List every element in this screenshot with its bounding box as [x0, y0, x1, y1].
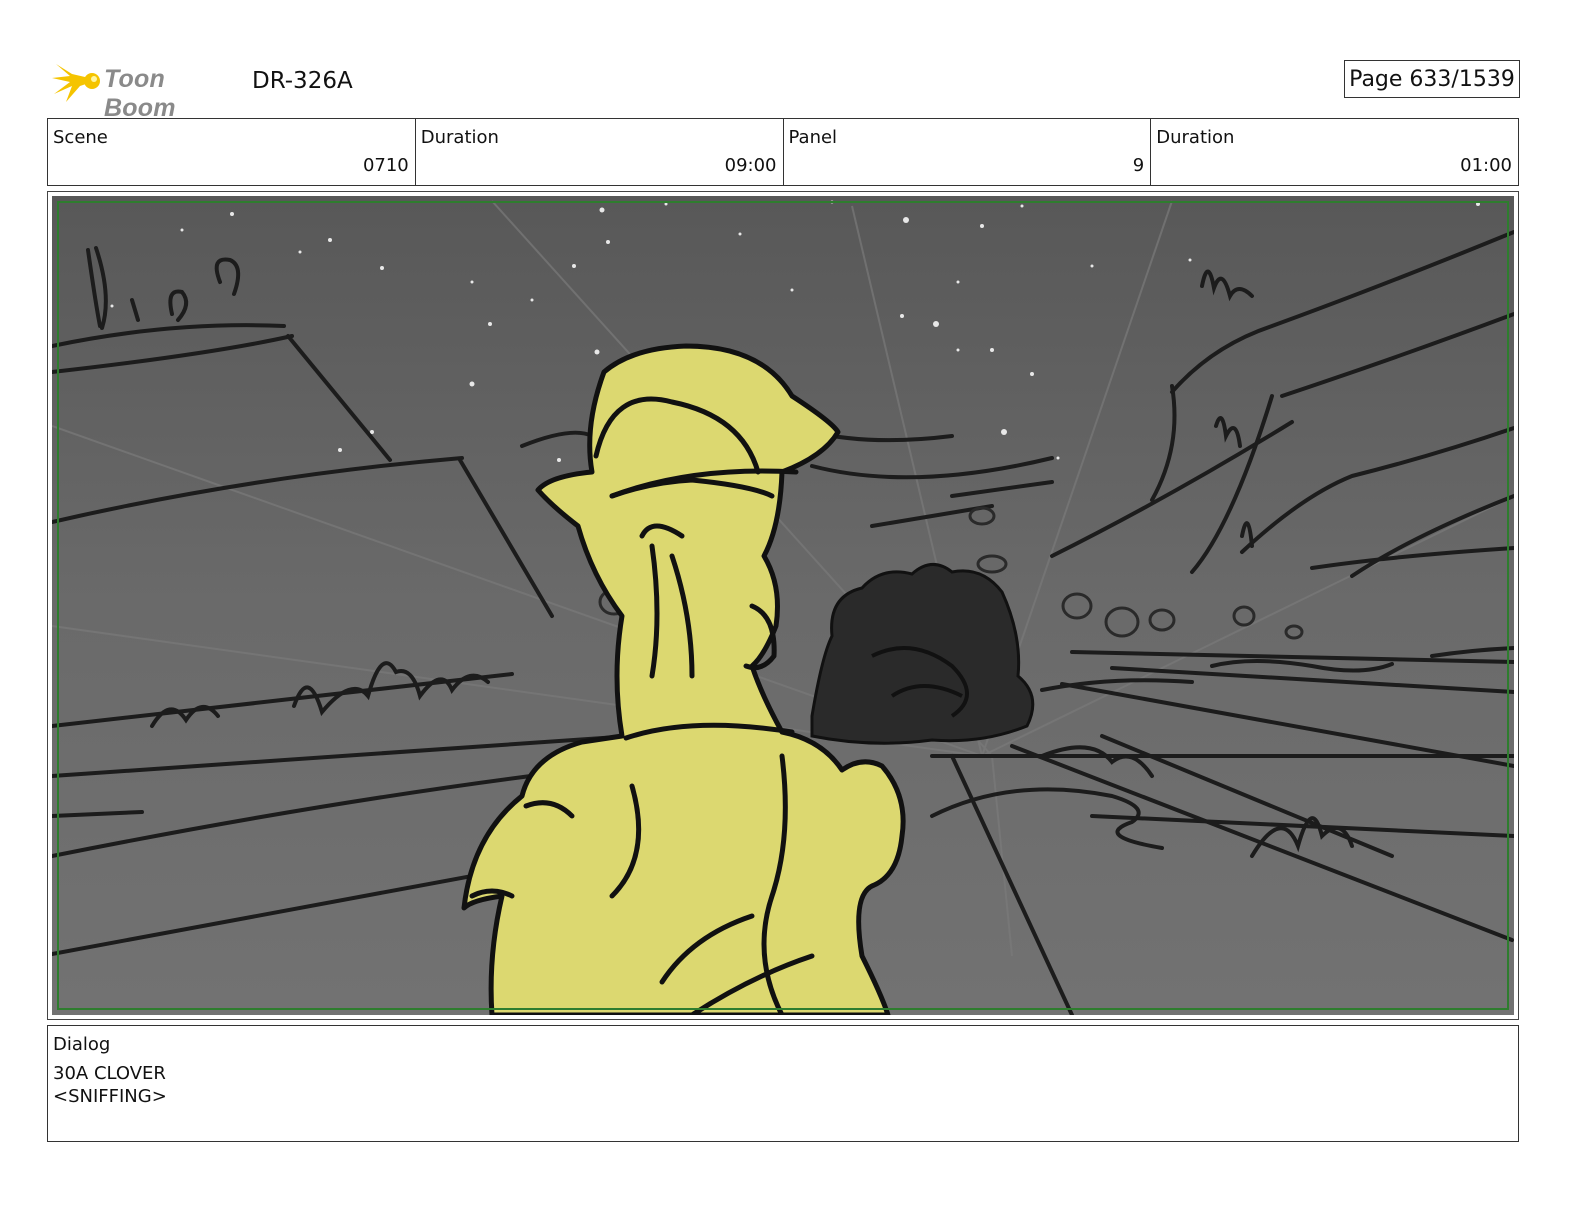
page-header: Toon Boom DR-326A Page 633/1539 — [52, 56, 1520, 122]
page-number: Page 633/1539 — [1344, 60, 1520, 98]
scene-value: 0710 — [362, 155, 409, 176]
panel-duration-value: 01:00 — [1460, 155, 1512, 176]
scene-duration-value: 09:00 — [724, 155, 777, 176]
storyboard-sketch — [52, 196, 1514, 1015]
logo-text: Toon Boom — [104, 65, 176, 122]
dialog-text: <SNIFFING> — [53, 1086, 167, 1107]
panel-label: Panel — [788, 127, 838, 148]
dialog-character: 30A CLOVER — [53, 1063, 166, 1084]
scene-info-table: Scene 0710 Duration 09:00 Panel 9 Durati… — [47, 118, 1519, 186]
starburst-icon — [52, 64, 100, 102]
dialog-box: Dialog 30A CLOVER <SNIFFING> — [47, 1025, 1519, 1142]
scene-cell: Scene 0710 — [48, 119, 415, 185]
panel-cell: Panel 9 — [782, 119, 1151, 185]
panel-duration-cell: Duration 01:00 — [1150, 119, 1518, 185]
storyboard-panel — [47, 191, 1519, 1020]
panel-value: 9 — [1132, 155, 1145, 176]
dialog-label: Dialog — [53, 1034, 111, 1055]
scene-label: Scene — [53, 127, 108, 148]
scene-duration-cell: Duration 09:00 — [414, 119, 783, 185]
panel-duration-label: Duration — [1156, 127, 1235, 148]
scene-duration-label: Duration — [420, 127, 499, 148]
toon-boom-logo: Toon Boom — [52, 56, 242, 122]
document-id: DR-326A — [252, 68, 353, 94]
